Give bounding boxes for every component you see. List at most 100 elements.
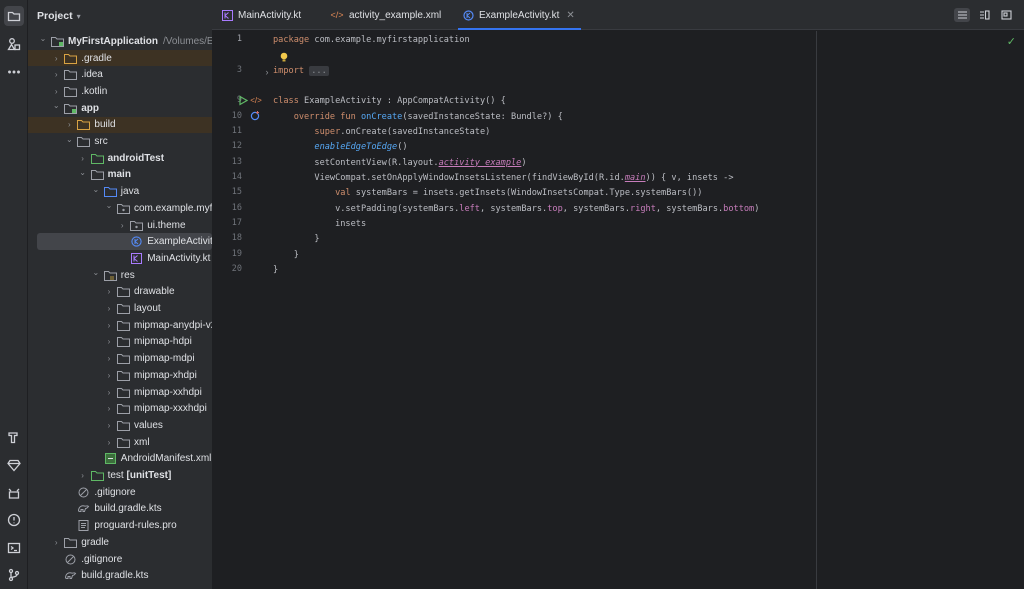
tree-item[interactable]: ›.gitignore xyxy=(28,551,212,568)
tree-item[interactable]: › .gradle xyxy=(28,49,212,67)
layout-link-icon[interactable]: </> xyxy=(250,95,262,106)
chevron-right-icon[interactable]: › xyxy=(50,54,62,63)
chevron-right-icon[interactable]: › xyxy=(103,287,115,296)
tab-exampleactivity[interactable]: ExampleActivity.kt ✕ xyxy=(458,0,581,30)
tree-item[interactable]: ›build.gradle.kts xyxy=(28,501,212,518)
code-line[interactable]: enableEdgeToEdge() xyxy=(273,140,407,154)
tree-item[interactable]: › mipmap-anydpi-v2 xyxy=(28,317,212,334)
project-view-selector[interactable]: Project ▾ xyxy=(37,9,81,23)
chevron-right-icon[interactable]: › xyxy=(77,154,89,163)
tree-item-label: MyFirstApplication xyxy=(68,35,159,47)
chevron-down-icon[interactable]: ⌄ xyxy=(90,268,102,277)
code-line[interactable]: import ... xyxy=(273,64,329,78)
chevron-down-icon[interactable]: ⌄ xyxy=(50,101,62,110)
tree-item[interactable]: ⌄ res xyxy=(28,267,212,284)
chevron-right-icon[interactable]: › xyxy=(77,471,89,480)
code-editor[interactable]: 1 3 9 10 11 12 13 14 15 16 17 18 19 20 package com.ex… xyxy=(212,31,1024,589)
code-line[interactable]: package com.example.myfirstapplication xyxy=(273,33,470,47)
code-line[interactable]: } xyxy=(273,263,278,277)
tree-item[interactable]: › xml xyxy=(28,434,212,451)
git-tool-button[interactable] xyxy=(4,565,24,585)
inspection-ok-icon[interactable]: ✓ xyxy=(1007,35,1016,48)
chevron-down-icon[interactable]: ⌄ xyxy=(77,168,89,177)
tree-item[interactable]: › mipmap-mdpi xyxy=(28,350,212,367)
run-icon[interactable] xyxy=(238,95,248,106)
module-folder-icon xyxy=(64,103,78,114)
tree-item[interactable]: › mipmap-hdpi xyxy=(28,334,212,351)
tree-item[interactable]: ›.gitignore xyxy=(28,484,212,501)
resource-manager-button[interactable] xyxy=(4,34,24,54)
tree-item[interactable]: ›proguard-rules.pro xyxy=(28,517,212,534)
chevron-right-icon[interactable]: › xyxy=(103,438,115,447)
chevron-right-icon[interactable]: › xyxy=(63,120,75,129)
tree-item[interactable]: ⌄ main xyxy=(28,167,212,184)
code-line[interactable]: override fun onCreate(savedInstanceState… xyxy=(273,110,563,124)
split-view-button[interactable] xyxy=(976,8,992,22)
chevron-right-icon[interactable]: › xyxy=(103,337,115,346)
tree-item[interactable]: › drawable xyxy=(28,284,212,301)
tree-item[interactable]: ⌄ app xyxy=(28,100,212,117)
chevron-right-icon[interactable]: › xyxy=(103,321,115,330)
chevron-right-icon[interactable]: › xyxy=(103,354,115,363)
tree-item[interactable]: › .kotlin xyxy=(28,83,212,100)
code-line[interactable]: setContentView(R.layout.activity_example… xyxy=(273,156,526,170)
chevron-right-icon[interactable]: › xyxy=(116,221,128,230)
chevron-right-icon[interactable]: › xyxy=(103,388,115,397)
terminal-tool-button[interactable] xyxy=(4,538,24,558)
code-line[interactable]: ViewCompat.setOnApplyWindowInsetsListene… xyxy=(273,171,733,185)
code-line[interactable]: val systemBars = insets.getInsets(Window… xyxy=(273,186,702,200)
chevron-right-icon[interactable]: › xyxy=(50,70,62,79)
build-tool-button[interactable] xyxy=(4,427,24,447)
tab-activity-example-xml[interactable]: </> activity_example.xml xyxy=(330,0,441,30)
code-line[interactable]: } xyxy=(273,232,319,246)
problems-tool-button[interactable] xyxy=(4,510,24,530)
fold-expand-icon[interactable]: › xyxy=(262,66,272,78)
more-tools-button[interactable] xyxy=(4,62,24,82)
tree-item[interactable]: › build xyxy=(28,116,212,134)
chevron-down-icon[interactable]: ⌄ xyxy=(63,135,75,144)
tree-item[interactable]: ›MainActivity.kt xyxy=(28,250,212,267)
project-tool-button[interactable] xyxy=(4,6,24,26)
tree-item[interactable]: › test [unitTest] xyxy=(28,467,212,484)
close-icon[interactable]: ✕ xyxy=(566,10,574,21)
design-view-button[interactable] xyxy=(998,8,1014,22)
tree-item[interactable]: ⌄ MyFirstApplication/Volumes/Expa xyxy=(28,33,212,50)
code-view-button[interactable] xyxy=(954,8,970,22)
chevron-right-icon[interactable]: › xyxy=(103,421,115,430)
override-icon[interactable] xyxy=(250,110,261,121)
tree-item[interactable]: ⌄ src xyxy=(28,133,212,150)
chevron-right-icon[interactable]: › xyxy=(50,538,62,547)
gemini-tool-button[interactable] xyxy=(4,455,24,475)
tree-item[interactable]: › mipmap-xhdpi xyxy=(28,367,212,384)
code-line[interactable]: v.setPadding(systemBars.left, systemBars… xyxy=(273,202,759,216)
tree-item[interactable]: › mipmap-xxxhdpi xyxy=(28,400,212,417)
chevron-down-icon[interactable]: ⌄ xyxy=(90,185,102,194)
code-line[interactable]: class ExampleActivity : AppCompatActivit… xyxy=(273,94,506,108)
tree-item[interactable]: ›AndroidManifest.xml xyxy=(28,451,212,468)
tree-item[interactable]: › androidTest xyxy=(28,150,212,167)
tab-mainactivity[interactable]: MainActivity.kt xyxy=(222,0,301,30)
chevron-down-icon[interactable]: ⌄ xyxy=(103,201,115,210)
logcat-tool-button[interactable] xyxy=(4,483,24,503)
lightbulb-icon[interactable] xyxy=(278,51,290,63)
tree-item[interactable]: ›ExampleActivity xyxy=(37,233,212,251)
tree-item[interactable]: ›build.gradle.kts xyxy=(28,567,212,584)
tree-item[interactable]: › .idea xyxy=(28,66,212,83)
folder-icon xyxy=(117,336,130,348)
chevron-right-icon[interactable]: › xyxy=(103,371,115,380)
tree-item[interactable]: › values xyxy=(28,417,212,434)
chevron-right-icon[interactable]: › xyxy=(103,404,115,413)
code-line[interactable]: insets xyxy=(273,217,366,231)
tree-item[interactable]: › mipmap-xxhdpi xyxy=(28,384,212,401)
tree-item[interactable]: › layout xyxy=(28,300,212,317)
tree-item[interactable]: ⌄ com.example.myfirs xyxy=(28,200,212,217)
tree-item[interactable]: ⌄ java xyxy=(28,183,212,200)
tree-item-label: ExampleActivity xyxy=(147,236,212,248)
code-line[interactable]: } xyxy=(273,248,299,262)
chevron-down-icon[interactable]: ⌄ xyxy=(37,34,49,43)
tree-item[interactable]: › gradle xyxy=(28,534,212,551)
code-line[interactable]: super.onCreate(savedInstanceState) xyxy=(273,125,490,139)
tree-item[interactable]: › ui.theme xyxy=(28,217,212,234)
chevron-right-icon[interactable]: › xyxy=(103,304,115,313)
chevron-right-icon[interactable]: › xyxy=(50,87,62,96)
